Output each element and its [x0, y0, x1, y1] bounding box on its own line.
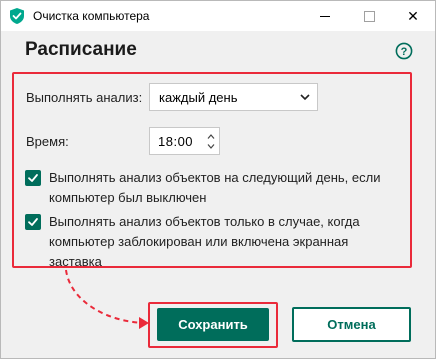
checkmark-icon	[28, 174, 38, 182]
time-value: 18:00	[158, 134, 194, 149]
page-title: Расписание	[25, 39, 137, 60]
help-circle-icon[interactable]: ?	[395, 42, 413, 60]
time-input[interactable]: 18:00	[149, 127, 220, 155]
time-label: Время:	[26, 134, 69, 149]
close-icon: ✕	[407, 7, 419, 24]
chevron-down-icon	[300, 94, 310, 101]
save-button[interactable]: Сохранить	[157, 308, 269, 341]
locked-screen-checkbox-label: Выполнять анализ объектов только в случа…	[49, 214, 360, 269]
maximize-button[interactable]	[347, 1, 391, 31]
next-day-checkbox-label: Выполнять анализ объектов на следующий д…	[49, 170, 381, 205]
run-scan-frequency-value: каждый день	[159, 90, 238, 105]
checkmark-icon	[28, 218, 38, 226]
run-scan-label: Выполнять анализ:	[26, 90, 143, 105]
next-day-checkbox[interactable]	[25, 170, 41, 186]
chevron-up-icon[interactable]	[206, 132, 216, 141]
window-title: Очистка компьютера	[33, 9, 150, 23]
maximize-icon	[363, 10, 375, 22]
chevron-down-icon[interactable]	[206, 142, 216, 151]
close-button[interactable]: ✕	[391, 1, 435, 31]
cancel-button[interactable]: Отмена	[292, 307, 411, 342]
locked-screen-checkbox[interactable]	[25, 214, 41, 230]
svg-text:?: ?	[401, 46, 408, 58]
kaspersky-shield-icon	[10, 8, 24, 24]
run-scan-frequency-select[interactable]: каждый день	[149, 83, 318, 111]
title-bar: Очистка компьютера ✕	[1, 1, 435, 31]
minimize-button[interactable]	[303, 1, 347, 31]
minimize-icon	[320, 15, 330, 17]
